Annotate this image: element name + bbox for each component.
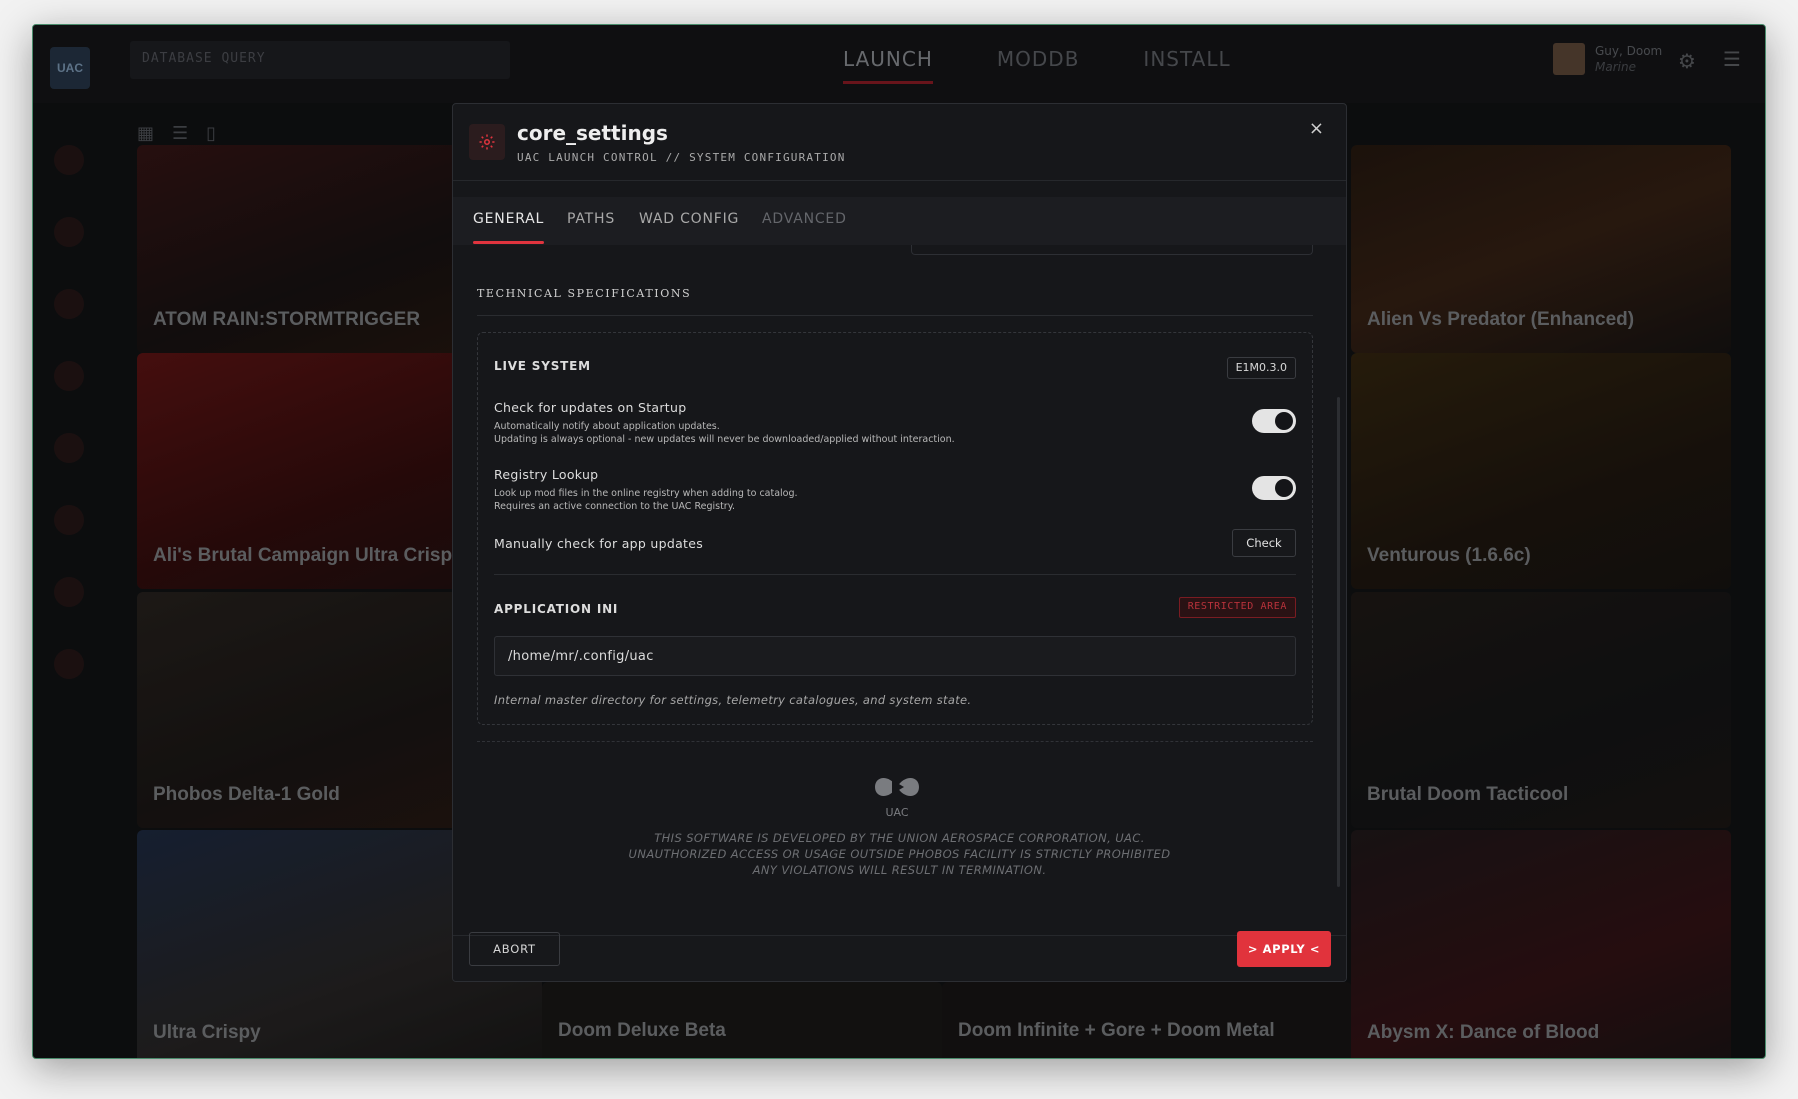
- previous-field: [911, 245, 1313, 255]
- modal-header: core_settings UAC LAUNCH CONTROL // SYST…: [453, 104, 1346, 181]
- registry-lookup-label: Registry Lookup: [494, 467, 599, 482]
- modal-title: core_settings: [517, 121, 668, 145]
- check-updates-toggle[interactable]: [1252, 409, 1296, 433]
- tab-paths[interactable]: PATHS: [567, 211, 615, 227]
- apply-button[interactable]: > APPLY <: [1237, 931, 1331, 967]
- divider: [494, 574, 1296, 575]
- section-title: TECHNICAL SPECIFICATIONS: [477, 287, 692, 300]
- tab-wad-config[interactable]: WAD CONFIG: [639, 211, 739, 227]
- check-button[interactable]: Check: [1232, 529, 1296, 557]
- toggle-knob: [1275, 412, 1293, 430]
- modal-subtitle: UAC LAUNCH CONTROL // SYSTEM CONFIGURATI…: [517, 151, 846, 164]
- desc-line: Updating is always optional - new update…: [494, 434, 955, 445]
- manual-check-label: Manually check for app updates: [494, 536, 704, 551]
- app-window: UAC DATABASE QUERY LAUNCH MODDB INSTALL …: [32, 24, 1766, 1059]
- tab-general[interactable]: GENERAL: [473, 211, 544, 227]
- disclaimer: THIS SOFTWARE IS DEVELOPED BY THE UNION …: [453, 830, 1346, 878]
- divider: [477, 741, 1313, 742]
- modal-body: TECHNICAL SPECIFICATIONS LIVE SYSTEM E1M…: [453, 245, 1346, 935]
- desc-line: Requires an active connection to the UAC…: [494, 501, 736, 512]
- config-path-input[interactable]: [494, 636, 1296, 676]
- registry-lookup-toggle[interactable]: [1252, 476, 1296, 500]
- settings-modal: core_settings UAC LAUNCH CONTROL // SYST…: [452, 103, 1347, 982]
- uac-logo-mark: [875, 777, 919, 797]
- disclaimer-line: THIS SOFTWARE IS DEVELOPED BY THE UNION …: [654, 831, 1145, 845]
- live-system-label: LIVE SYSTEM: [494, 359, 591, 373]
- modal-footer: ABORT > APPLY <: [453, 931, 1346, 981]
- version-badge: E1M0.3.0: [1226, 357, 1296, 379]
- config-path-hint: Internal master directory for settings, …: [494, 693, 972, 707]
- check-updates-desc: Automatically notify about application u…: [494, 420, 955, 446]
- abort-button[interactable]: ABORT: [469, 932, 560, 966]
- restricted-badge: RESTRICTED AREA: [1178, 597, 1296, 618]
- disclaimer-line: UNAUTHORIZED ACCESS OR USAGE OUTSIDE PHO…: [628, 847, 1171, 861]
- gear-icon: [469, 124, 505, 160]
- divider: [477, 315, 1313, 316]
- tech-spec-panel: LIVE SYSTEM E1M0.3.0 Check for updates o…: [477, 332, 1313, 725]
- close-icon[interactable]: ×: [1309, 118, 1324, 139]
- footer-inner: ABORT > APPLY <: [453, 916, 1346, 981]
- uac-footer-logo: UAC: [871, 772, 923, 819]
- footer-logo-text: UAC: [885, 806, 909, 819]
- settings-tabs: GENERAL PATHS WAD CONFIG ADVANCED: [453, 197, 1346, 245]
- desc-line: Look up mod files in the online registry…: [494, 488, 798, 499]
- check-updates-label: Check for updates on Startup: [494, 400, 687, 415]
- active-tab-indicator: [473, 241, 544, 244]
- app-ini-label: APPLICATION INI: [494, 602, 619, 616]
- modal-scrollbar[interactable]: [1337, 397, 1340, 887]
- disclaimer-line: ANY VIOLATIONS WILL RESULT IN TERMINATIO…: [752, 863, 1047, 877]
- toggle-knob: [1275, 479, 1293, 497]
- registry-lookup-desc: Look up mod files in the online registry…: [494, 487, 798, 513]
- tab-advanced[interactable]: ADVANCED: [762, 211, 847, 227]
- desc-line: Automatically notify about application u…: [494, 421, 720, 432]
